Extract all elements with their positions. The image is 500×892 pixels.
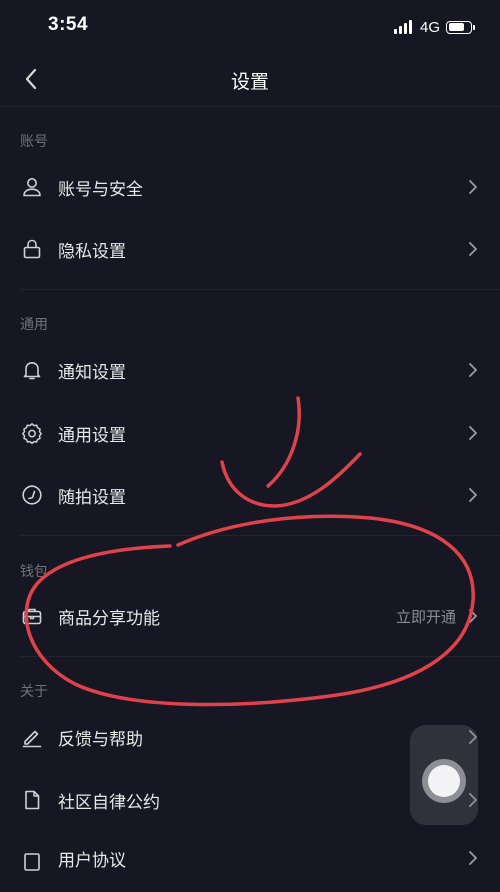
- bell-icon: [23, 362, 41, 380]
- battery-icon: [446, 20, 475, 34]
- document-icon: [25, 790, 40, 810]
- chevron-right-icon: [469, 426, 477, 440]
- square-icon: [24, 853, 40, 871]
- user-icon: [23, 178, 41, 197]
- chevron-right-icon: [469, 609, 477, 623]
- settings-item-label: 反馈与帮助: [58, 730, 143, 750]
- section-header-account: 账号: [20, 134, 48, 150]
- gear-icon: [22, 423, 42, 445]
- edit-icon: [22, 730, 42, 748]
- nav-bar: 设置: [0, 52, 500, 107]
- briefcase-icon: [22, 608, 42, 625]
- settings-item-label: 社区自律公约: [58, 793, 160, 813]
- settings-item-label: 用户协议: [58, 851, 126, 871]
- chevron-right-icon: [469, 363, 477, 377]
- settings-item-privacy[interactable]: 隐私设置: [0, 219, 500, 279]
- assistive-touch-button[interactable]: [410, 725, 478, 825]
- settings-item-general[interactable]: 通用设置: [0, 403, 500, 463]
- section-divider: [20, 535, 500, 536]
- activate-now-link: 立即开通: [395, 608, 456, 626]
- settings-item-label: 随拍设置: [58, 488, 126, 508]
- status-bar: 3:54 4G: [0, 0, 500, 52]
- chevron-right-icon: [469, 242, 477, 256]
- settings-item-product-sharing[interactable]: 商品分享功能 立即开通: [0, 586, 500, 646]
- status-time: 3:54: [48, 14, 89, 35]
- network-type: 4G: [419, 18, 440, 36]
- chevron-right-icon: [469, 851, 477, 865]
- settings-item-label: 通用设置: [58, 426, 126, 446]
- chevron-right-icon: [469, 180, 477, 194]
- settings-item-account-security[interactable]: 账号与安全: [0, 157, 500, 217]
- section-header-general: 通用: [20, 317, 48, 333]
- section-divider: [20, 289, 500, 290]
- settings-item-label: 隐私设置: [58, 242, 126, 262]
- chevron-right-icon: [469, 488, 477, 502]
- settings-item-quick-shoot[interactable]: 随拍设置: [0, 465, 500, 525]
- section-header-wallet: 钱包: [20, 564, 48, 580]
- settings-item-notifications[interactable]: 通知设置: [0, 340, 500, 400]
- signal-icon: [393, 20, 414, 34]
- settings-item-label: 通知设置: [58, 363, 126, 383]
- settings-item-label: 商品分享功能: [58, 609, 160, 629]
- lock-icon: [23, 239, 41, 259]
- section-header-about: 关于: [20, 684, 48, 700]
- section-divider: [20, 656, 500, 657]
- settings-item-user-agreement[interactable]: 用户协议: [0, 832, 500, 892]
- assistive-touch-icon: [422, 759, 466, 803]
- settings-item-label: 账号与安全: [58, 180, 143, 200]
- status-indicators: 4G: [393, 17, 475, 37]
- camera-circle-icon: [22, 485, 42, 505]
- page-title: 设置: [230, 71, 269, 93]
